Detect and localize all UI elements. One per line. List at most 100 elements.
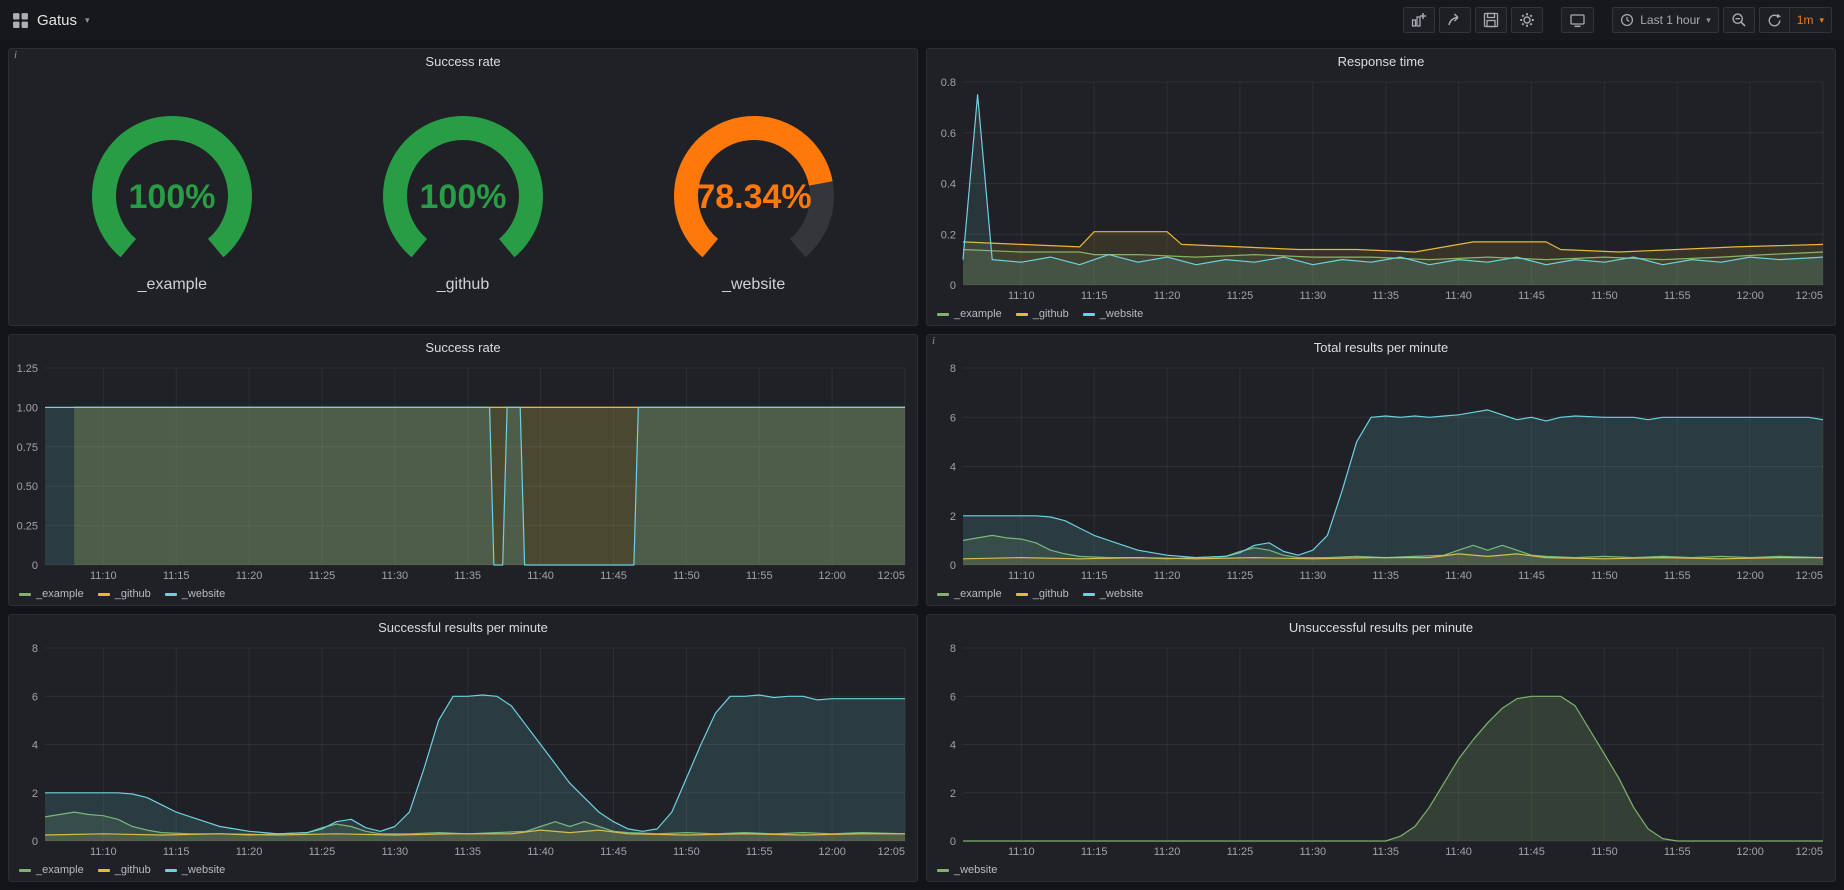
panel-info-icon[interactable]: i — [14, 49, 17, 61]
total-results-legend: _example _github _website — [927, 583, 1835, 605]
svg-text:11:20: 11:20 — [1154, 290, 1181, 302]
svg-text:0.2: 0.2 — [941, 229, 956, 241]
gauge-label: _website — [722, 276, 785, 294]
panel-title[interactable]: Success rate — [9, 335, 917, 360]
panel-title[interactable]: Success rate — [9, 49, 917, 74]
legend-item-_github[interactable]: _github — [1016, 588, 1069, 600]
svg-text:11:10: 11:10 — [90, 846, 117, 858]
legend-item-_website[interactable]: _website — [165, 588, 225, 600]
panel-title[interactable]: Successful results per minute — [9, 615, 917, 640]
svg-text:11:45: 11:45 — [600, 846, 627, 858]
svg-text:0.8: 0.8 — [941, 77, 956, 89]
svg-text:4: 4 — [950, 462, 956, 474]
share-icon — [1447, 12, 1463, 28]
save-dashboard-button[interactable] — [1475, 7, 1507, 33]
response-time-legend: _example _github _website — [927, 303, 1835, 325]
svg-text:0.50: 0.50 — [17, 481, 38, 493]
svg-text:0: 0 — [950, 836, 956, 848]
dashboard-title[interactable]: Gatus — [37, 12, 77, 29]
panel-title[interactable]: Unsuccessful results per minute — [927, 615, 1835, 640]
panel-success-rate-gauges: i Success rate 100%_example100%_github78… — [8, 48, 918, 326]
panel-title[interactable]: Total results per minute — [927, 335, 1835, 360]
svg-text:11:30: 11:30 — [1299, 570, 1326, 582]
svg-text:11:55: 11:55 — [746, 570, 773, 582]
chart-svg: 00.250.500.751.001.2511:1011:1511:2011:2… — [9, 360, 917, 583]
legend-item-_website[interactable]: _website — [165, 864, 225, 876]
time-range-button[interactable]: Last 1 hour ▾ — [1612, 7, 1719, 33]
svg-text:11:40: 11:40 — [527, 846, 554, 858]
svg-text:4: 4 — [32, 740, 38, 752]
panel-response-time: Response time 00.20.40.60.811:1011:1511:… — [926, 48, 1836, 326]
panel-successful-results: Successful results per minute 0246811:10… — [8, 614, 918, 882]
share-dashboard-button[interactable] — [1439, 7, 1471, 33]
gauge-_github: 100%_github — [343, 106, 583, 294]
dashboard-settings-button[interactable] — [1511, 7, 1543, 33]
svg-text:0.4: 0.4 — [941, 179, 956, 191]
panel-info-icon[interactable]: i — [932, 335, 935, 347]
svg-text:8: 8 — [950, 363, 956, 375]
total-results-chart[interactable]: 0246811:1011:1511:2011:2511:3011:3511:40… — [927, 360, 1835, 583]
svg-text:11:15: 11:15 — [1081, 290, 1108, 302]
svg-text:11:25: 11:25 — [1227, 570, 1254, 582]
legend-label: _website — [182, 588, 225, 600]
svg-text:11:55: 11:55 — [1664, 570, 1691, 582]
legend-label: _example — [954, 588, 1002, 600]
response-time-chart[interactable]: 00.20.40.60.811:1011:1511:2011:2511:3011… — [927, 74, 1835, 303]
legend-item-_website[interactable]: _website — [1083, 588, 1143, 600]
svg-text:11:25: 11:25 — [309, 846, 336, 858]
svg-text:1.25: 1.25 — [17, 363, 38, 375]
svg-text:12:00: 12:00 — [1736, 846, 1764, 858]
nav-right: Last 1 hour ▾ 1m ▾ — [1403, 7, 1832, 33]
svg-text:11:35: 11:35 — [454, 570, 481, 582]
chart-svg: 0246811:1011:1511:2011:2511:3011:3511:40… — [927, 640, 1835, 859]
svg-text:11:50: 11:50 — [1591, 846, 1618, 858]
legend-item-_example[interactable]: _example — [937, 308, 1002, 320]
gauge-label: _example — [138, 276, 207, 294]
legend-item-_github[interactable]: _github — [98, 864, 151, 876]
successful-results-legend: _example _github _website — [9, 859, 917, 881]
panel-title[interactable]: Response time — [927, 49, 1835, 74]
success-rate-legend: _example _github _website — [9, 583, 917, 605]
svg-text:0: 0 — [950, 280, 956, 292]
legend-marker — [937, 593, 949, 596]
legend-item-_example[interactable]: _example — [937, 588, 1002, 600]
svg-text:12:00: 12:00 — [1736, 570, 1764, 582]
legend-item-_github[interactable]: _github — [1016, 308, 1069, 320]
dashboards-grid-icon[interactable] — [12, 12, 29, 29]
legend-item-_github[interactable]: _github — [98, 588, 151, 600]
legend-marker — [98, 869, 110, 872]
legend-item-_example[interactable]: _example — [19, 588, 84, 600]
refresh-interval-button[interactable]: 1m ▾ — [1789, 7, 1832, 33]
dashboard-grid: i Success rate 100%_example100%_github78… — [0, 40, 1844, 890]
unsuccessful-results-chart[interactable]: 0246811:1011:1511:2011:2511:3011:3511:40… — [927, 640, 1835, 859]
svg-text:11:20: 11:20 — [236, 570, 263, 582]
svg-text:0.25: 0.25 — [17, 521, 38, 533]
legend-label: _website — [1100, 308, 1143, 320]
legend-item-_website[interactable]: _website — [1083, 308, 1143, 320]
add-panel-button[interactable] — [1403, 7, 1435, 33]
zoom-out-button[interactable] — [1723, 7, 1755, 33]
panel-unsuccessful-results: Unsuccessful results per minute 0246811:… — [926, 614, 1836, 882]
svg-text:11:25: 11:25 — [309, 570, 336, 582]
legend-label: _example — [36, 864, 84, 876]
svg-text:11:25: 11:25 — [1227, 846, 1254, 858]
svg-text:11:15: 11:15 — [1081, 570, 1108, 582]
legend-item-_website[interactable]: _website — [937, 864, 997, 876]
legend-label: _website — [954, 864, 997, 876]
svg-text:11:45: 11:45 — [1518, 290, 1545, 302]
successful-results-chart[interactable]: 0246811:1011:1511:2011:2511:3011:3511:40… — [9, 640, 917, 859]
refresh-button[interactable] — [1759, 7, 1789, 33]
cycle-view-mode-button[interactable] — [1561, 7, 1594, 33]
dashboard-dropdown-caret-icon[interactable]: ▾ — [85, 16, 90, 25]
svg-text:11:20: 11:20 — [1154, 570, 1181, 582]
svg-text:0: 0 — [32, 836, 38, 848]
gauge-arc: 100% — [343, 106, 583, 274]
legend-label: _github — [115, 588, 151, 600]
svg-text:0: 0 — [32, 560, 38, 572]
legend-marker — [1016, 593, 1028, 596]
svg-text:11:45: 11:45 — [600, 570, 627, 582]
svg-text:11:10: 11:10 — [90, 570, 117, 582]
refresh-interval-caret-icon: ▾ — [1819, 16, 1824, 25]
success-rate-chart[interactable]: 00.250.500.751.001.2511:1011:1511:2011:2… — [9, 360, 917, 583]
legend-item-_example[interactable]: _example — [19, 864, 84, 876]
